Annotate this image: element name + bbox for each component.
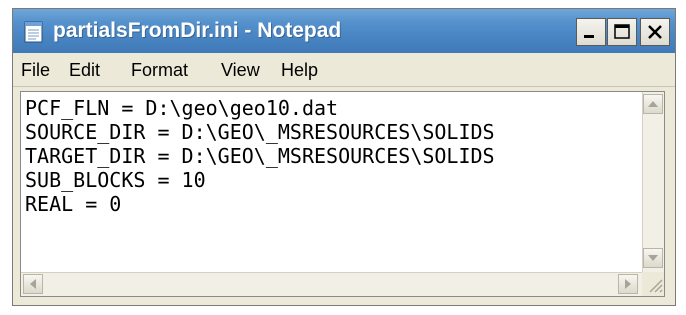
editor-line: SUB_BLOCKS = 10	[25, 168, 206, 192]
notepad-window: partialsFromDir.ini - Notepad File Edit …	[12, 8, 676, 306]
window-title: partialsFromDir.ini - Notepad	[53, 19, 342, 42]
close-button[interactable]	[640, 18, 670, 46]
arrow-right-icon	[625, 279, 631, 289]
menu-format[interactable]: Format	[131, 59, 188, 81]
title-bar[interactable]: partialsFromDir.ini - Notepad	[13, 9, 675, 53]
text-editor[interactable]: PCF_FLN = D:\geo\geo10.dat SOURCE_DIR = …	[20, 91, 665, 297]
scroll-right-button[interactable]	[618, 274, 638, 294]
minimize-icon	[584, 35, 594, 38]
close-icon	[648, 25, 662, 39]
maximize-icon	[614, 24, 630, 39]
scroll-left-button[interactable]	[23, 274, 43, 294]
horizontal-scrollbar[interactable]	[21, 272, 642, 296]
notepad-icon	[23, 19, 45, 43]
editor-line: TARGET_DIR = D:\GEO\_MSRESOURCES\SOLIDS	[25, 144, 495, 168]
arrow-left-icon	[30, 279, 36, 289]
minimize-button[interactable]	[576, 18, 606, 46]
menu-file[interactable]: File	[21, 59, 50, 81]
menu-bar: File Edit Format View Help	[13, 53, 675, 87]
menu-edit[interactable]: Edit	[69, 59, 100, 81]
maximize-button[interactable]	[607, 18, 637, 46]
scroll-down-button[interactable]	[643, 248, 663, 268]
editor-content[interactable]: PCF_FLN = D:\geo\geo10.dat SOURCE_DIR = …	[25, 96, 637, 264]
vertical-scrollbar[interactable]	[642, 92, 664, 272]
editor-line: PCF_FLN = D:\geo\geo10.dat	[25, 96, 339, 120]
resize-grip-icon[interactable]	[642, 272, 664, 296]
editor-line: SOURCE_DIR = D:\GEO\_MSRESOURCES\SOLIDS	[25, 120, 495, 144]
arrow-down-icon	[648, 255, 658, 261]
menu-help[interactable]: Help	[281, 59, 318, 81]
menu-view[interactable]: View	[221, 59, 260, 81]
arrow-up-icon	[648, 101, 658, 107]
editor-line: REAL = 0	[25, 192, 122, 216]
scroll-up-button[interactable]	[643, 94, 663, 114]
